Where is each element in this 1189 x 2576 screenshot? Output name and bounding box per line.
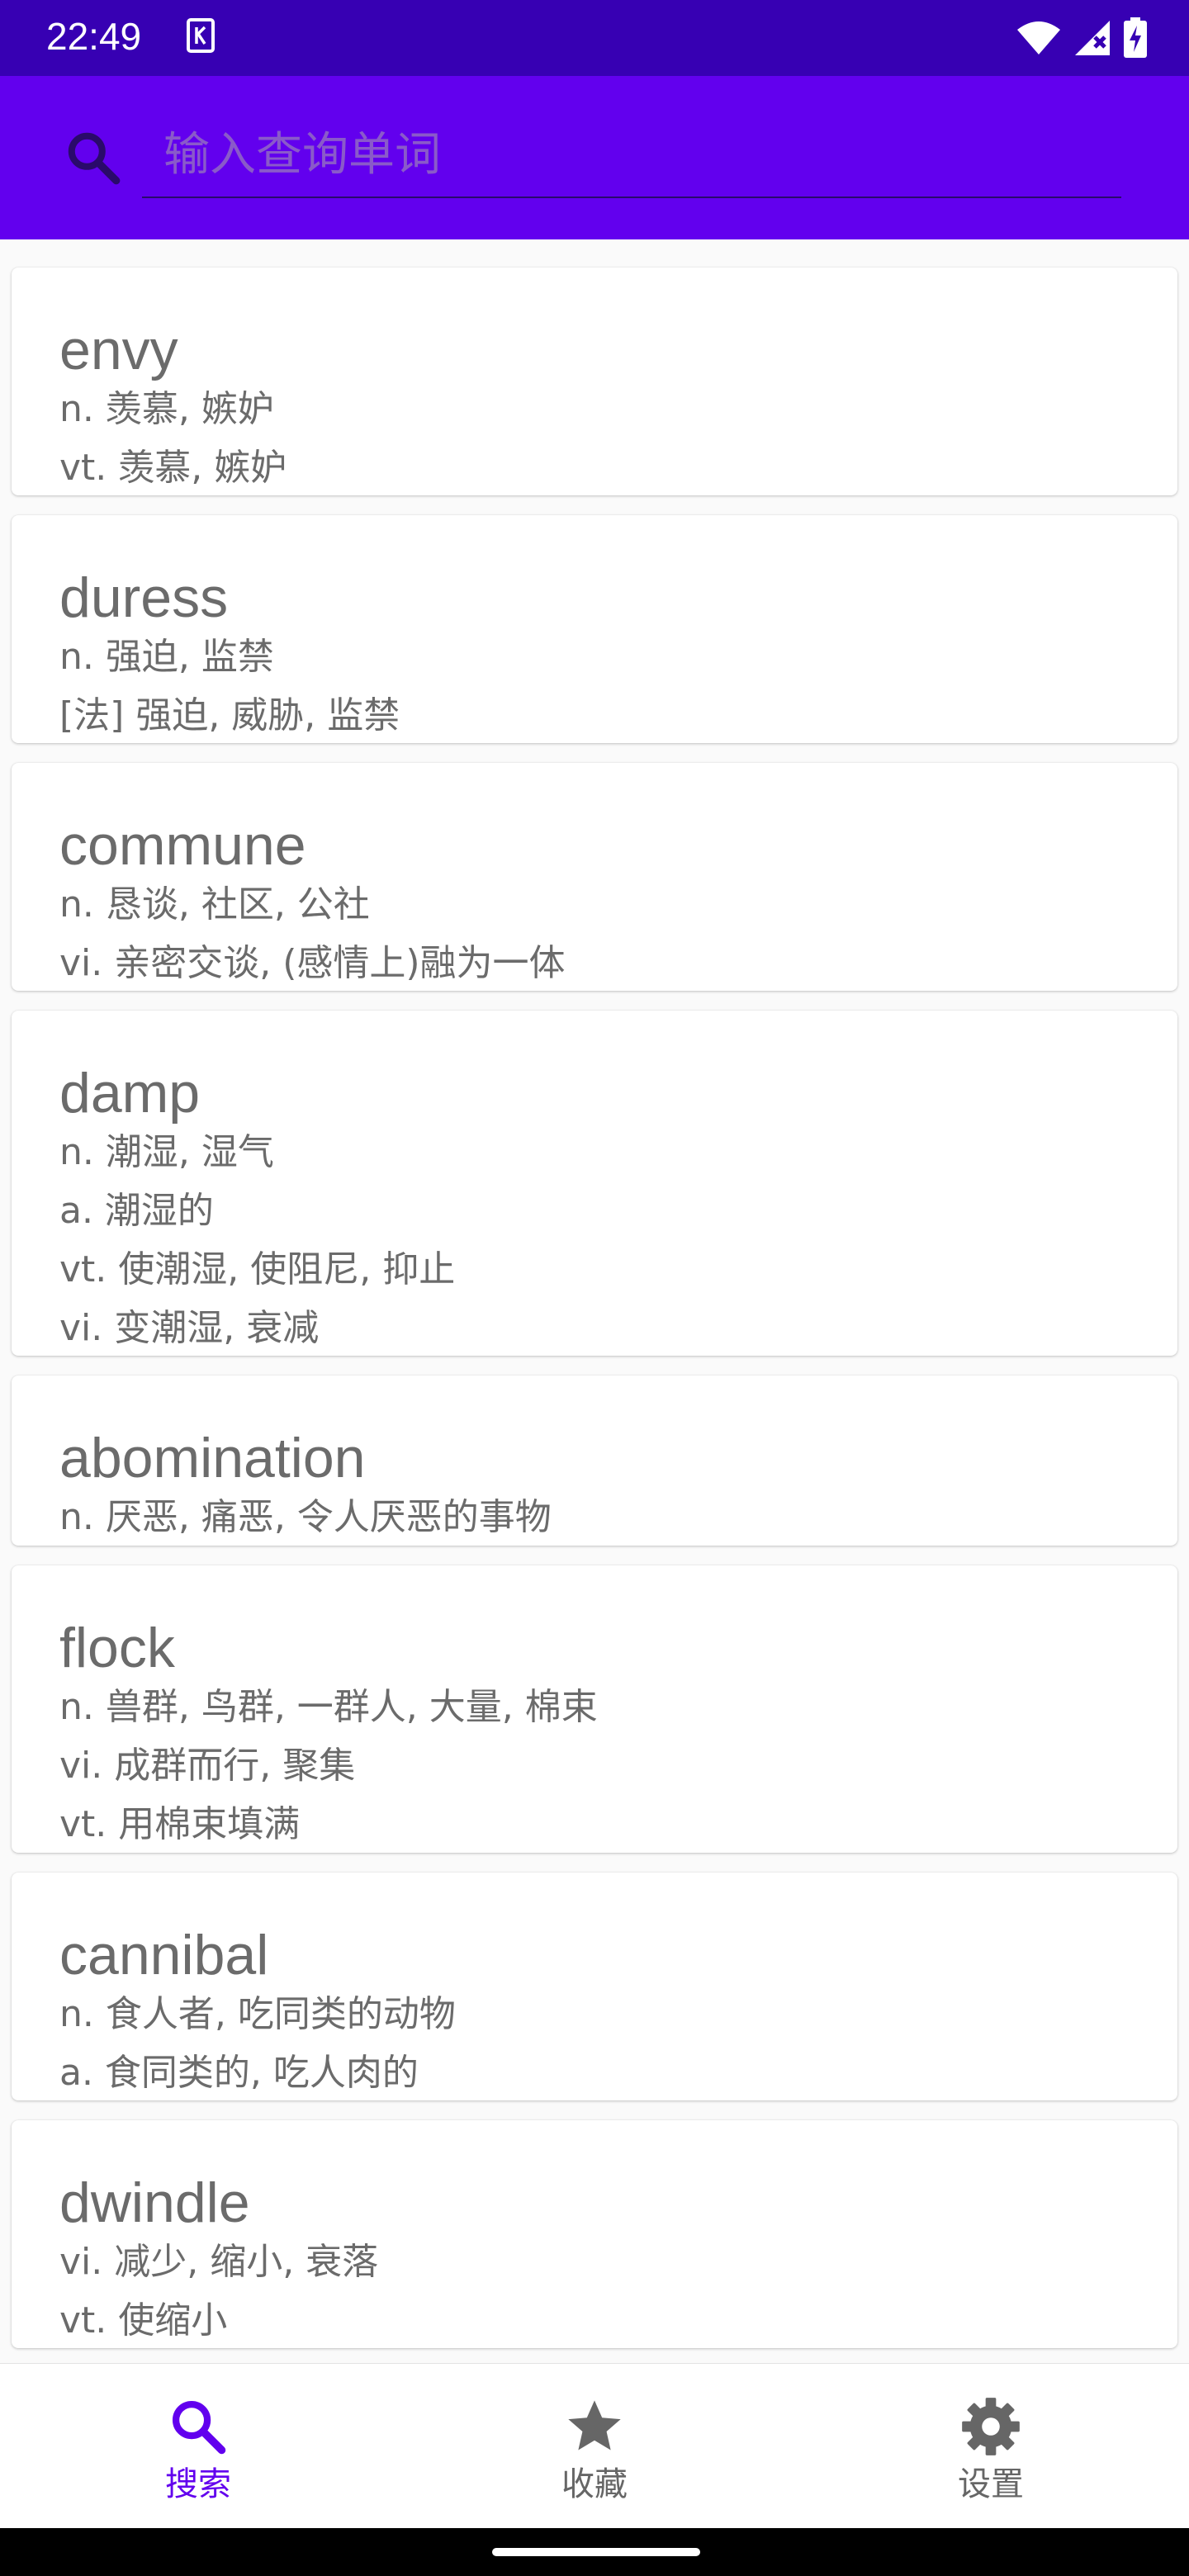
search-input[interactable]: [142, 112, 1121, 198]
word-title: envy: [59, 319, 178, 381]
star-icon: [568, 2400, 621, 2451]
word-definition: n. 羡慕, 嫉妒: [59, 388, 274, 430]
bottom-navigation: 搜索 收藏 设置: [0, 2363, 1189, 2529]
word-card-duress[interactable]: duress n. 强迫, 监禁 [法] 强迫, 威胁, 监禁: [12, 515, 1177, 743]
status-bar: 22:49: [0, 0, 1189, 76]
word-title: abomination: [59, 1427, 366, 1489]
word-card-dwindle[interactable]: dwindle vi. 减少, 缩小, 衰落 vt. 使缩小: [12, 2120, 1177, 2348]
word-title: cannibal: [59, 1924, 269, 1986]
search-icon: [172, 2400, 226, 2455]
word-definition: [法] 强迫, 威胁, 监禁: [59, 694, 400, 736]
word-definition: n. 兽群, 鸟群, 一群人, 大量, 棉束: [59, 1686, 598, 1728]
word-definition: vi. 减少, 缩小, 衰落: [59, 2241, 379, 2283]
word-definition: vi. 成群而行, 聚集: [59, 1745, 356, 1787]
tab-favorites[interactable]: 收藏: [495, 2364, 694, 2529]
word-definition: a. 食同类的, 吃人肉的: [59, 2052, 419, 2094]
home-indicator[interactable]: [492, 2548, 700, 2556]
tab-search[interactable]: 搜索: [99, 2364, 297, 2529]
word-title: flock: [59, 1617, 175, 1679]
status-icons: [1016, 15, 1148, 61]
word-definition: vt. 用棉束填满: [59, 1803, 301, 1845]
word-title: damp: [59, 1062, 201, 1125]
battery-charging-icon: [1124, 17, 1147, 58]
k-app-icon: [187, 18, 215, 53]
word-definition: a. 潮湿的: [59, 1190, 214, 1232]
word-definition: n. 食人者, 吃同类的动物: [59, 1993, 456, 2035]
word-title: dwindle: [59, 2171, 250, 2234]
gear-icon: [962, 2398, 1020, 2455]
status-time: 22:49: [46, 15, 142, 58]
word-card-cannibal[interactable]: cannibal n. 食人者, 吃同类的动物 a. 食同类的, 吃人肉的: [12, 1873, 1177, 2100]
word-definition: vt. 使缩小: [59, 2299, 228, 2342]
word-list[interactable]: envy n. 羡慕, 嫉妒 vt. 羡慕, 嫉妒 duress n. 强迫, …: [0, 239, 1189, 2363]
word-definition: n. 潮湿, 湿气: [59, 1131, 274, 1173]
word-card-flock[interactable]: flock n. 兽群, 鸟群, 一群人, 大量, 棉束 vi. 成群而行, 聚…: [12, 1565, 1177, 1853]
word-definition: vi. 变潮湿, 衰减: [59, 1307, 320, 1349]
word-definition: n. 厌恶, 痛恶, 令人厌恶的事物: [59, 1496, 552, 1538]
system-navigation-bar: [0, 2528, 1189, 2576]
word-definition: vt. 使潮湿, 使阻尼, 抑止: [59, 1248, 456, 1290]
tab-settings-label: 设置: [958, 2465, 1024, 2503]
tab-settings[interactable]: 设置: [892, 2364, 1090, 2529]
word-title: duress: [59, 566, 229, 629]
word-definition: vi. 亲密交谈, (感情上)融为一体: [59, 942, 566, 984]
word-definition: vt. 羡慕, 嫉妒: [59, 447, 287, 489]
word-definition: n. 强迫, 监禁: [59, 636, 274, 678]
word-title: commune: [59, 814, 306, 877]
word-card-commune[interactable]: commune n. 恳谈, 社区, 公社 vi. 亲密交谈, (感情上)融为一…: [12, 763, 1177, 991]
signal-icon: [1075, 21, 1110, 55]
word-card-envy[interactable]: envy n. 羡慕, 嫉妒 vt. 羡慕, 嫉妒: [12, 268, 1177, 495]
search-app-bar: [0, 76, 1189, 239]
tab-search-label: 搜索: [165, 2465, 231, 2503]
word-definition: n. 恳谈, 社区, 公社: [59, 883, 370, 926]
word-card-damp[interactable]: damp n. 潮湿, 湿气 a. 潮湿的 vt. 使潮湿, 使阻尼, 抑止 v…: [12, 1011, 1177, 1356]
tab-favorites-label: 收藏: [561, 2465, 628, 2503]
wifi-icon: [1017, 21, 1060, 54]
search-icon[interactable]: [63, 127, 124, 188]
word-card-abomination[interactable]: abomination n. 厌恶, 痛恶, 令人厌恶的事物: [12, 1376, 1177, 1546]
